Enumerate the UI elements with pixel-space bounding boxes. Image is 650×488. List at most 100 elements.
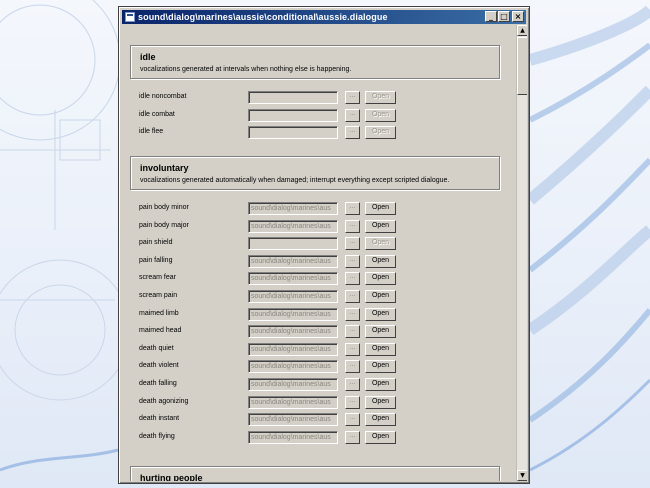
open-button[interactable]: Open	[365, 430, 396, 444]
sound-path-field[interactable]	[248, 237, 338, 251]
sound-path-field[interactable]: sound\dialog\marines\aus	[248, 202, 338, 215]
section-description: vocalizations generated automatically wh…	[140, 177, 450, 184]
sound-path-field[interactable]: sound\dialog\marines\aus	[248, 360, 338, 374]
open-button[interactable]: Open	[365, 91, 396, 104]
browse-ellipsis-icon[interactable]: ...	[345, 202, 360, 215]
browse-ellipsis-icon[interactable]: ...	[345, 237, 360, 251]
open-button[interactable]: Open	[365, 307, 396, 321]
section-title: idle	[140, 52, 156, 62]
browse-ellipsis-icon[interactable]: ...	[345, 413, 360, 427]
sound-path-field[interactable]: sound\dialog\marines\aus	[248, 307, 338, 321]
open-button[interactable]: Open	[365, 108, 396, 122]
scroll-down-arrow-icon[interactable]: ▼	[517, 470, 527, 481]
close-button[interactable]: ×	[512, 11, 524, 22]
dialogue-form: ▲ ▼ idle vocalizations generated at inter…	[123, 25, 527, 481]
open-button[interactable]: Open	[365, 360, 396, 374]
sound-row-label: death quiet	[139, 344, 174, 352]
sound-path-field[interactable]: sound\dialog\marines\aus	[248, 430, 338, 444]
sound-row-label: death violent	[139, 362, 179, 370]
title-bar[interactable]: sound\dialog\marines\aussie\conditional\…	[122, 10, 526, 24]
open-button[interactable]: Open	[365, 413, 396, 427]
sound-row-label: pain body major	[139, 221, 189, 229]
sound-path-field[interactable]	[248, 91, 338, 104]
sound-path-field[interactable]: sound\dialog\marines\aus	[248, 272, 338, 286]
window-controls: _ □ ×	[484, 11, 524, 22]
window-title: sound\dialog\marines\aussie\conditional\…	[138, 12, 388, 22]
sound-path-field[interactable]: sound\dialog\marines\aus	[248, 378, 338, 391]
sound-row: idle combat... Open	[123, 108, 503, 123]
sound-row: scream pain sound\dialog\marines\aus... Op…	[123, 290, 503, 304]
sound-row-label: scream fear	[139, 274, 176, 282]
sound-row-label: idle noncombat	[139, 93, 187, 100]
browse-ellipsis-icon[interactable]: ...	[345, 360, 360, 374]
open-button[interactable]: Open	[365, 272, 396, 286]
sound-path-field[interactable]: sound\dialog\marines\aus	[248, 395, 338, 409]
sound-row-label: idle combat	[139, 110, 175, 118]
section-involuntary: involuntary vocalizations generated autom…	[130, 156, 500, 190]
open-button[interactable]: Open	[365, 290, 396, 303]
sound-row-label: maimed head	[139, 327, 182, 335]
open-button[interactable]: Open	[365, 325, 396, 339]
browse-ellipsis-icon[interactable]: ...	[345, 395, 360, 409]
open-button[interactable]: Open	[365, 202, 396, 215]
section-title: involuntary	[140, 163, 189, 173]
sound-row: scream fear sound\dialog\marines\aus... Op…	[123, 272, 503, 286]
browse-ellipsis-icon[interactable]: ...	[345, 290, 360, 303]
sound-row-label: scream pain	[139, 292, 178, 299]
open-button[interactable]: Open	[365, 395, 396, 409]
open-button[interactable]: Open	[365, 254, 396, 268]
browse-ellipsis-icon[interactable]: ...	[345, 430, 360, 444]
sound-path-field[interactable]: sound\dialog\marines\aus	[248, 325, 338, 339]
sound-row: death falling sound\dialog\marines\aus...…	[123, 378, 503, 392]
sound-row: maimed head sound\dialog\marines\aus... Op…	[123, 325, 503, 339]
sound-path-field[interactable]	[248, 108, 338, 122]
sound-row-label: death agonizing	[139, 397, 189, 405]
sound-path-field[interactable]: sound\dialog\marines\aus	[248, 219, 338, 233]
vertical-scrollbar[interactable]: ▲ ▼	[516, 25, 527, 481]
section-description: vocalizations generated at intervals whe…	[140, 66, 352, 73]
browse-ellipsis-icon[interactable]: ...	[345, 307, 360, 321]
sound-path-field[interactable]: sound\dialog\marines\aus	[248, 413, 338, 427]
sound-row-label: pain falling	[139, 256, 173, 264]
sound-row: death instant sound\dialog\marines\aus...…	[123, 413, 503, 427]
browse-ellipsis-icon[interactable]: ...	[345, 325, 360, 339]
open-button[interactable]: Open	[365, 342, 396, 356]
sound-row-label: idle flee	[139, 128, 164, 136]
open-button[interactable]: Open	[365, 219, 396, 233]
sound-row: pain body major sound\dialog\marines\aus.…	[123, 219, 503, 234]
dialogue-editor-window: sound\dialog\marines\aussie\conditional\…	[118, 6, 530, 484]
browse-ellipsis-icon[interactable]: ...	[345, 378, 360, 391]
open-button[interactable]: Open	[365, 378, 396, 391]
section-title: hurting people	[140, 473, 203, 481]
browse-ellipsis-icon[interactable]: ...	[345, 272, 360, 286]
sound-row: death agonizing sound\dialog\marines\aus.…	[123, 395, 503, 410]
browse-ellipsis-icon[interactable]: ...	[345, 219, 360, 233]
browse-ellipsis-icon[interactable]: ...	[345, 254, 360, 268]
sound-row-label: pain body minor	[139, 204, 189, 211]
sound-row: death violent sound\dialog\marines\aus...…	[123, 360, 503, 374]
maximize-button[interactable]: □	[498, 11, 510, 22]
scroll-up-arrow-icon[interactable]: ▲	[517, 25, 527, 36]
sound-row: death flying sound\dialog\marines\aus... O…	[123, 430, 503, 445]
browse-ellipsis-icon[interactable]: ...	[345, 126, 360, 140]
open-button[interactable]: Open	[365, 126, 396, 140]
sound-row: pain shield... Open	[123, 237, 503, 251]
browse-ellipsis-icon[interactable]: ...	[345, 91, 360, 104]
sound-row-label: death falling	[139, 380, 177, 387]
sound-row-label: maimed limb	[139, 309, 179, 317]
minimize-button[interactable]: _	[485, 11, 497, 22]
browse-ellipsis-icon[interactable]: ...	[345, 108, 360, 122]
window-app-icon[interactable]	[125, 12, 135, 22]
sound-row-label: death flying	[139, 432, 175, 440]
open-button[interactable]: Open	[365, 237, 396, 251]
browse-ellipsis-icon[interactable]: ...	[345, 342, 360, 356]
sound-row: idle noncombat... Open	[123, 91, 503, 105]
scroll-thumb[interactable]	[517, 37, 527, 95]
sound-path-field[interactable]: sound\dialog\marines\aus	[248, 254, 338, 268]
sound-row: death quiet sound\dialog\marines\aus... Op…	[123, 342, 503, 357]
sound-path-field[interactable]	[248, 126, 338, 140]
section-hurting-people: hurting people	[130, 466, 500, 481]
sound-row-label: death instant	[139, 415, 180, 423]
sound-path-field[interactable]: sound\dialog\marines\aus	[248, 342, 338, 356]
sound-path-field[interactable]: sound\dialog\marines\aus	[248, 290, 338, 303]
